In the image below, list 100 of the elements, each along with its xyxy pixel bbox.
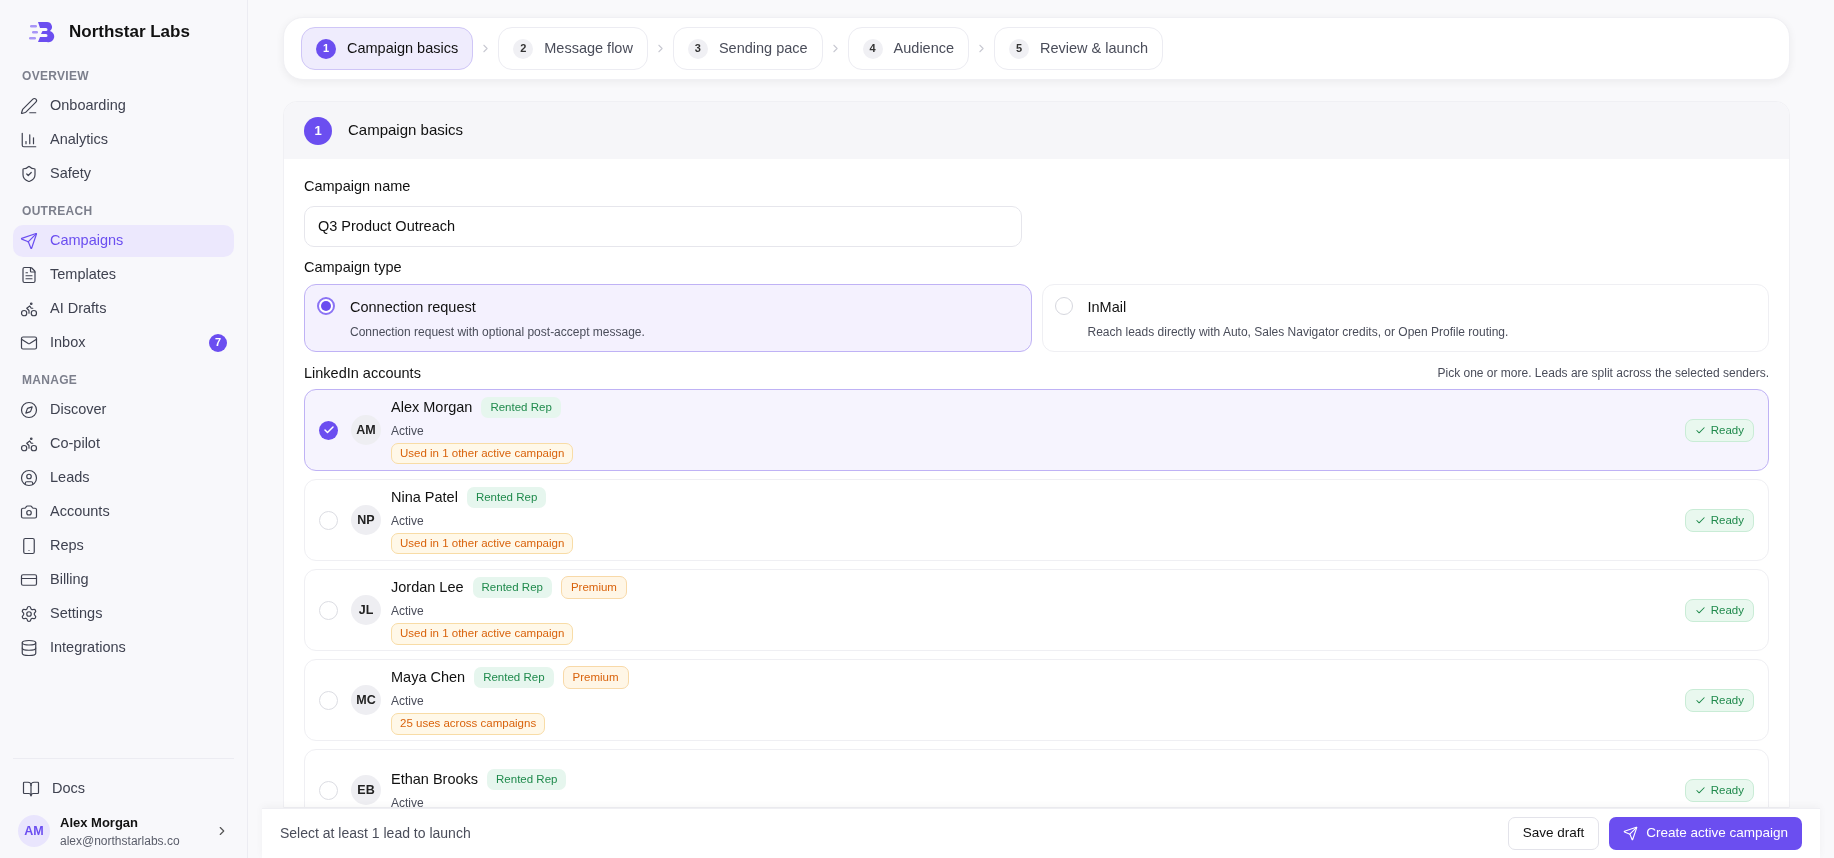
step-tab[interactable]: 2 Message flow — [498, 27, 648, 70]
step-tab[interactable]: 3 Sending pace — [672, 27, 823, 70]
brand-name: Northstar Labs — [69, 21, 190, 43]
account-status: Active — [391, 422, 425, 440]
sidebar-item[interactable]: Discover — [13, 393, 234, 426]
option-title: Connection request — [350, 297, 477, 317]
sidebar-item[interactable]: Settings — [13, 597, 234, 630]
ready-badge: Ready — [1684, 598, 1754, 622]
ready-badge: Ready — [1684, 778, 1754, 802]
step-tab[interactable]: 1 Campaign basics — [301, 27, 474, 70]
section-heading: MANAGE — [21, 371, 79, 389]
step-number: 4 — [862, 38, 883, 59]
avatar: MC — [351, 685, 381, 716]
checkbox[interactable] — [319, 600, 338, 620]
section-heading: OVERVIEW — [21, 67, 90, 85]
ready-badge: Ready — [1684, 508, 1754, 532]
account-row[interactable]: EB Ethan Brooks Rented Rep Active Ready — [304, 749, 1769, 807]
account-row[interactable]: MC Maya Chen Rented Rep Premium Active 25 uses across campaigns Ready — [304, 659, 1769, 742]
tag: Rented Rep — [474, 667, 554, 689]
footer-message: Select at least 1 lead to launch — [280, 824, 472, 843]
user-menu[interactable]: AM Alex Morgan alex@northstarlabs.co — [13, 812, 234, 850]
step-number: 1 — [304, 116, 332, 145]
sidebar-item[interactable]: Billing — [13, 563, 234, 596]
account-name: Nina Patel — [391, 487, 458, 507]
ready-badge: Ready — [1684, 418, 1754, 442]
shield-icon — [20, 164, 38, 183]
logo-icon — [29, 20, 55, 43]
section-title: Campaign basics — [348, 120, 464, 141]
avatar: NP — [351, 505, 381, 536]
sidebar-item[interactable]: Campaigns — [13, 224, 234, 257]
sidebar-item[interactable]: Analytics — [13, 123, 234, 156]
phone-icon — [20, 536, 38, 555]
account-name: Ethan Brooks — [391, 769, 479, 789]
sidebar-item[interactable]: Inbox 7 — [13, 326, 234, 359]
check-icon — [1694, 514, 1706, 526]
account-status: Active — [391, 693, 425, 711]
user-name: Alex Morgan — [60, 813, 139, 832]
mail-icon — [20, 333, 38, 352]
check-icon — [1694, 784, 1706, 796]
campaign-type-option[interactable]: InMail Reach leads directly with Auto, Sales Navigator credits, or Open Profile routing. — [1041, 283, 1769, 352]
step-number: 3 — [687, 38, 708, 59]
check-icon — [1694, 604, 1706, 616]
step-number: 2 — [513, 38, 534, 59]
bike-icon — [20, 299, 38, 318]
radio-button[interactable] — [317, 296, 335, 315]
document-icon — [20, 265, 38, 284]
step-number: 1 — [316, 38, 336, 59]
user-email: alex@northstarlabs.co — [60, 833, 181, 850]
account-row[interactable]: AM Alex Morgan Rented Rep Active Used in 1 other active campaign Ready — [304, 389, 1769, 472]
book-icon — [22, 779, 40, 798]
send-icon — [1623, 826, 1639, 841]
campaign-type-option[interactable]: Connection request Connection request with optional post-accept message. — [304, 283, 1032, 352]
sidebar-item[interactable]: Leads — [13, 461, 234, 494]
option-description: Connection request with optional post-accept message. — [350, 324, 645, 342]
account-row[interactable]: JL Jordan Lee Rented Rep Premium Active Used in 1 other active campaign Ready — [304, 569, 1769, 652]
hint-text: Pick one or more. Leads are split across the selected senders. — [1437, 365, 1769, 383]
checkbox[interactable] — [319, 690, 338, 710]
check-icon — [1694, 424, 1706, 436]
tag: Premium — [560, 576, 627, 600]
avatar: AM — [351, 415, 381, 446]
compass-icon — [20, 400, 38, 419]
step-tab[interactable]: 4 Audience — [847, 27, 970, 70]
camera-icon — [20, 502, 38, 521]
avatar: JL — [351, 595, 381, 626]
sidebar-item[interactable]: Accounts — [13, 495, 234, 528]
bar-chart-icon — [20, 130, 38, 149]
option-description: Reach leads directly with Auto, Sales Navigator credits, or Open Profile routing. — [1087, 324, 1509, 342]
save-draft-button[interactable]: Save draft — [1507, 817, 1600, 850]
settings-icon — [20, 604, 38, 623]
sidebar-item[interactable]: Co-pilot — [13, 427, 234, 460]
usage-tag: Used in 1 other active campaign — [391, 623, 574, 645]
usage-tag: Used in 1 other active campaign — [391, 532, 574, 554]
account-status: Active — [391, 603, 425, 621]
bike-icon — [20, 434, 38, 453]
sidebar-item[interactable]: Reps — [13, 529, 234, 562]
database-icon — [20, 638, 38, 657]
sidebar-item[interactable]: Templates — [13, 258, 234, 291]
sidebar-item[interactable]: Safety — [13, 157, 234, 190]
account-status: Active — [391, 794, 425, 807]
option-title: InMail — [1087, 297, 1128, 317]
checkbox[interactable] — [319, 510, 338, 530]
ready-badge: Ready — [1684, 688, 1754, 712]
usage-tag: Used in 1 other active campaign — [391, 442, 574, 464]
count-badge: 7 — [209, 333, 227, 352]
account-status: Active — [391, 512, 425, 530]
tag: Premium — [562, 666, 629, 690]
checkbox[interactable] — [319, 420, 338, 440]
checkbox[interactable] — [319, 780, 338, 800]
create-campaign-button[interactable]: Create active campaign — [1609, 817, 1802, 850]
sidebar-item[interactable]: AI Drafts — [13, 292, 234, 325]
sidebar-item[interactable]: Integrations — [13, 631, 234, 664]
avatar: EB — [351, 775, 381, 806]
section-heading: OUTREACH — [21, 202, 94, 220]
campaign-name-field[interactable]: Q3 Product Outreach — [304, 205, 1022, 247]
account-row[interactable]: NP Nina Patel Rented Rep Active Used in 1 other active campaign Ready — [304, 479, 1769, 562]
sidebar-item[interactable]: Onboarding — [13, 89, 234, 122]
account-name: Jordan Lee — [391, 577, 464, 597]
sidebar-item[interactable]: Docs — [13, 772, 234, 805]
tag: Rented Rep — [466, 487, 547, 509]
step-tab[interactable]: 5 Review & launch — [994, 27, 1164, 70]
